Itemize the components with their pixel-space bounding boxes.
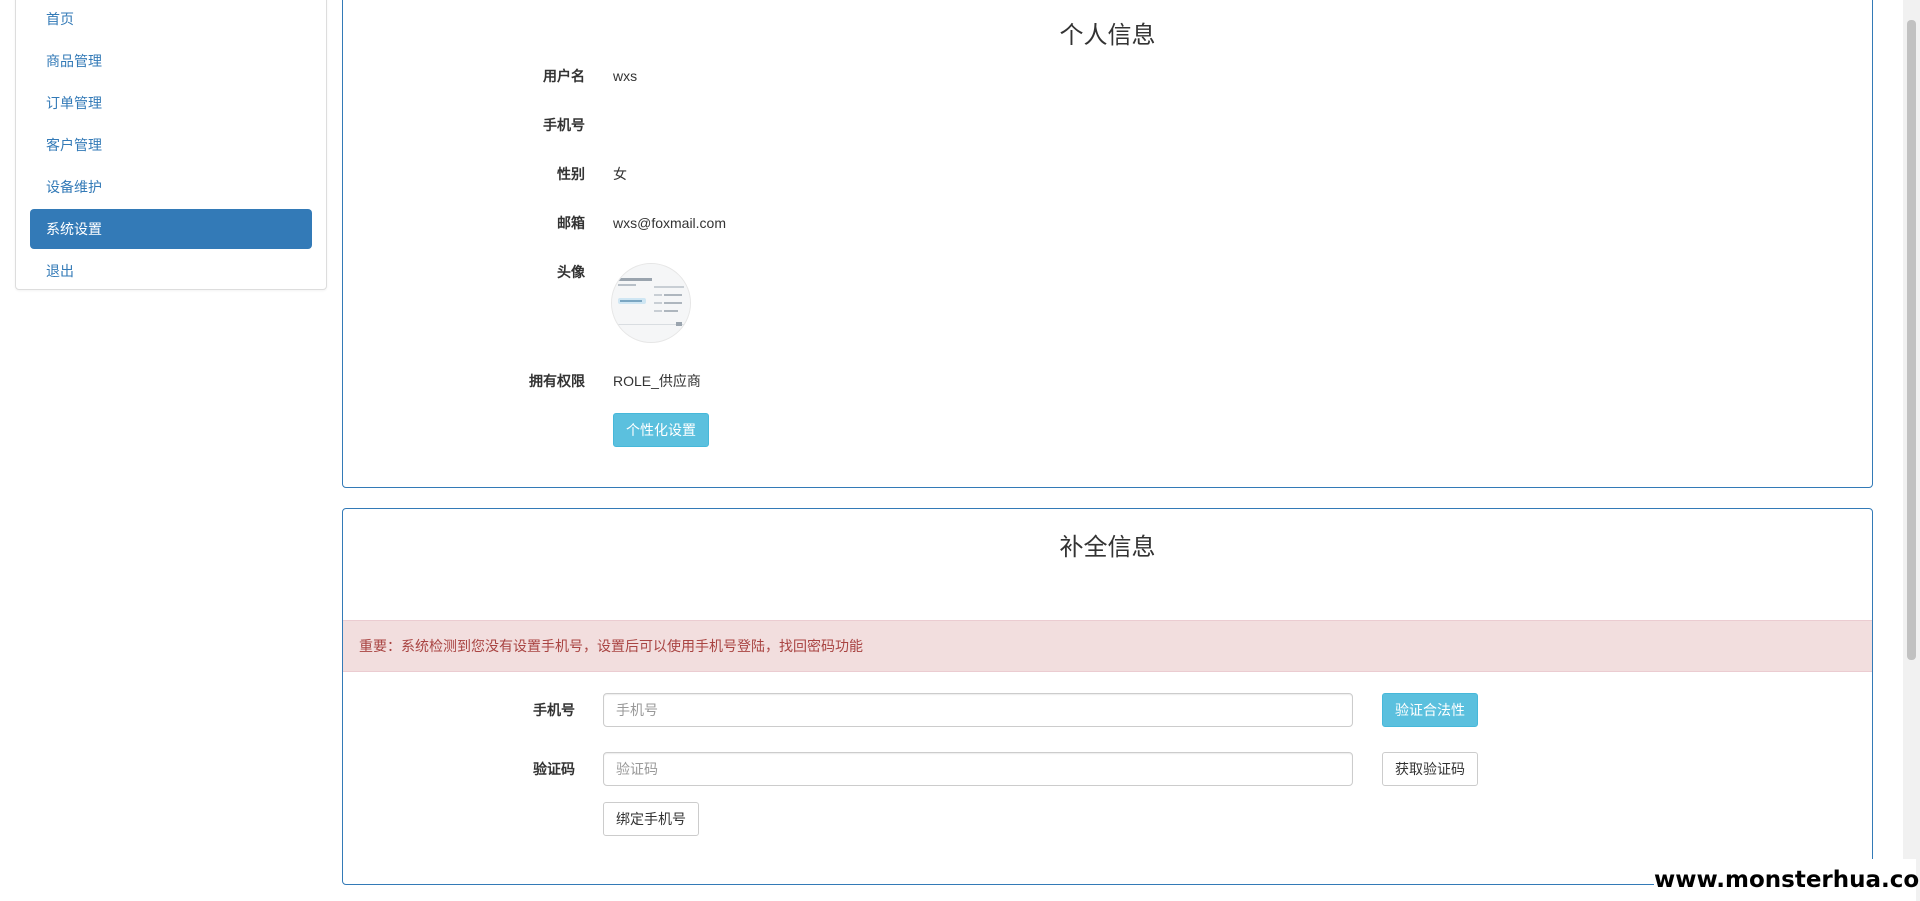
info-row-role: 拥有权限 ROLE_供应商 [343,371,1872,391]
profile-panel: 个人信息 用户名 wxs 手机号 性别 女 邮箱 wxs@foxmail.com… [342,0,1873,488]
info-row-avatar: 头像 [343,262,1872,282]
role-label: 拥有权限 [529,373,585,389]
email-label: 邮箱 [557,215,585,231]
username-label: 用户名 [543,68,585,84]
role-value: ROLE_供应商 [613,373,701,389]
complete-info-panel: 补全信息 重要：系统检测到您没有设置手机号，设置后可以使用手机号登陆，找回密码功… [342,508,1873,885]
watermark: www.monsterhua.com [1654,859,1920,901]
sidebar-item-home[interactable]: 首页 [30,0,312,39]
phone-label: 手机号 [543,117,585,133]
sidebar-nav: 首页 商品管理 订单管理 客户管理 设备维护 系统设置 退出 [15,0,327,290]
info-row-email: 邮箱 wxs@foxmail.com [343,213,1872,233]
sidebar-item-logout[interactable]: 退出 [30,251,312,291]
sidebar-item-products[interactable]: 商品管理 [30,41,312,81]
sidebar-item-devices[interactable]: 设备维护 [30,167,312,207]
phone-input-label: 手机号 [533,702,575,718]
info-row-gender: 性别 女 [343,164,1872,184]
avatar-label: 头像 [557,264,585,280]
gender-value: 女 [613,166,627,182]
avatar-image [612,264,690,342]
avatar [611,263,691,343]
info-row-phone: 手机号 [343,115,1872,135]
bind-phone-button[interactable]: 绑定手机号 [603,802,699,836]
page-scrollbar[interactable] [1903,0,1920,901]
scrollbar-thumb[interactable] [1907,20,1916,660]
complete-info-title: 补全信息 [1059,534,1156,561]
personalize-settings-button[interactable]: 个性化设置 [613,413,709,447]
sidebar-item-customers[interactable]: 客户管理 [30,125,312,165]
username-value: wxs [613,68,638,84]
info-row-username: 用户名 wxs [343,66,1872,86]
phone-input[interactable] [603,693,1353,727]
sidebar-item-orders[interactable]: 订单管理 [30,83,312,123]
sidebar-item-settings[interactable]: 系统设置 [30,209,312,249]
missing-phone-alert: 重要：系统检测到您没有设置手机号，设置后可以使用手机号登陆，找回密码功能 [343,620,1872,672]
gender-label: 性别 [557,166,585,182]
profile-title: 个人信息 [1059,22,1156,49]
get-code-button[interactable]: 获取验证码 [1382,752,1478,786]
code-input-label: 验证码 [533,761,575,777]
email-value: wxs@foxmail.com [613,215,727,231]
validate-button[interactable]: 验证合法性 [1382,693,1478,727]
verification-code-input[interactable] [603,752,1353,786]
